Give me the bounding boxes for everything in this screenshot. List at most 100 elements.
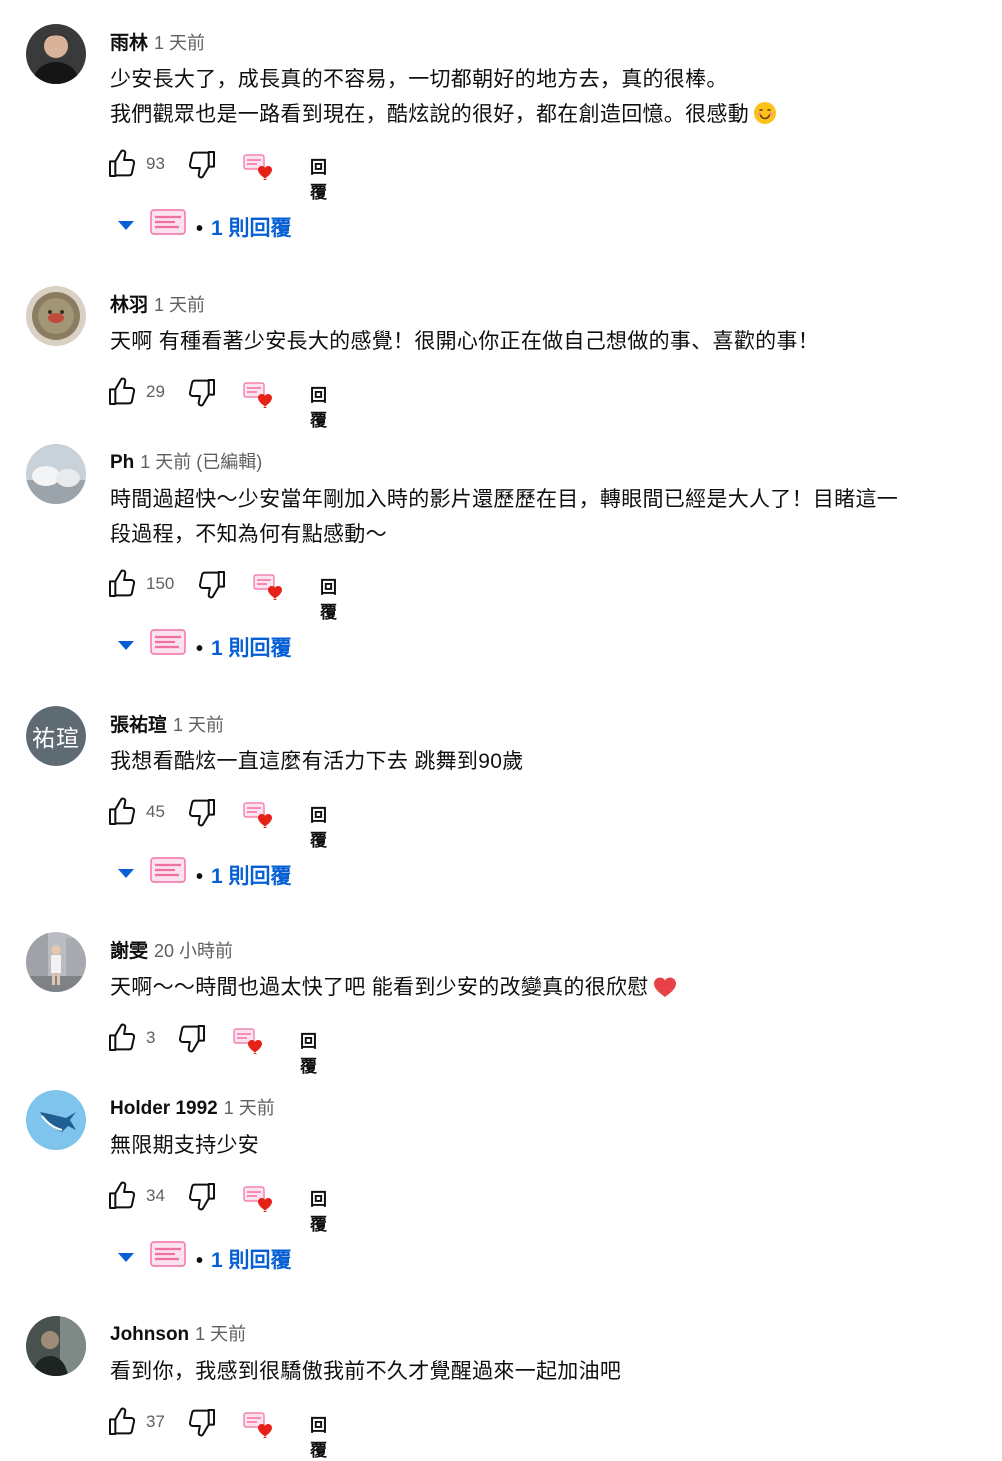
comment-text: 無限期支持少安 — [110, 1128, 940, 1163]
comment-text: 我想看酷炫一直這麼有活力下去 跳舞到90歲 — [110, 744, 940, 779]
chevron-down-icon — [116, 1250, 136, 1264]
like-count: 3 — [146, 1028, 156, 1047]
comment-line: 段過程，不知為何有點感動～ — [110, 523, 387, 546]
author-name[interactable]: 林羽 — [110, 295, 148, 316]
comment-time[interactable]: 1 天前 (已編輯) — [140, 452, 262, 472]
separator-dot: • — [196, 638, 204, 660]
comment-header: 雨林 1 天前 — [110, 28, 205, 55]
author-name[interactable]: 謝雯 — [110, 941, 148, 962]
comment-line: 天啊 有種看著少安長大的感覺！很開心你正在做自己想做的事、喜歡的事！ — [110, 330, 820, 353]
author-name[interactable]: Ph — [110, 452, 134, 473]
creator-heart-icon — [232, 1026, 266, 1056]
creator-heart-icon — [242, 800, 276, 830]
thumb-up-icon[interactable] — [106, 1022, 138, 1054]
comment-line: 時間過超快～少安當年剛加入時的影片還歷歷在目，轉眼間已經是大人了！目睹這一 — [110, 488, 899, 511]
thumb-up-icon[interactable] — [106, 568, 138, 600]
smiling-face-emoji-icon — [753, 101, 777, 136]
comment-header: Johnson 1 天前 — [110, 1320, 246, 1346]
replies-label: • 1 則回覆 — [196, 212, 292, 242]
comment-line: 少安長大了，成長真的不容易，一切都朝好的地方去，真的很棒。 — [110, 68, 728, 91]
avatar[interactable] — [26, 444, 86, 504]
thumb-down-icon[interactable] — [186, 796, 218, 828]
comment-line-with-emoji: 我們觀眾也是一路看到現在，酷炫說的很好，都在創造回憶。很感動 — [110, 97, 940, 136]
comment-line: 天啊～～時間也過太快了吧 能看到少安的改變真的很欣慰 — [110, 976, 649, 999]
reply-button[interactable]: 回覆 — [300, 1027, 317, 1077]
comment-line: 我想看酷炫一直這麼有活力下去 跳舞到90歲 — [110, 750, 524, 773]
comment-header: 張祐瑄 1 天前 — [110, 710, 224, 737]
comment-text: 天啊 有種看著少安長大的感覺！很開心你正在做自己想做的事、喜歡的事！ — [110, 324, 940, 359]
comment-header: Ph 1 天前 (已編輯) — [110, 448, 262, 474]
separator-dot: • — [196, 1250, 204, 1272]
thumb-down-icon[interactable] — [196, 568, 228, 600]
comment-time[interactable]: 1 天前 — [195, 1324, 246, 1344]
thumb-down-icon[interactable] — [186, 376, 218, 408]
comment-time[interactable]: 20 小時前 — [154, 941, 233, 961]
comment-text: 看到你，我感到很驕傲我前不久才覺醒過來一起加油吧 — [110, 1354, 940, 1389]
thumb-down-icon[interactable] — [186, 1406, 218, 1438]
reply-button[interactable]: 回覆 — [310, 1185, 327, 1235]
like-count: 29 — [146, 382, 165, 401]
creator-heart-icon — [242, 380, 276, 410]
creator-avatar-icon — [150, 628, 186, 658]
thumb-up-icon[interactable] — [106, 1406, 138, 1438]
comment-line: 無限期支持少安 — [110, 1134, 260, 1157]
author-name[interactable]: 雨林 — [110, 33, 148, 54]
comment-text: 時間過超快～少安當年剛加入時的影片還歷歷在目，轉眼間已經是大人了！目睹這一 段過… — [110, 482, 940, 552]
comment-time[interactable]: 1 天前 — [173, 715, 224, 735]
reply-button[interactable]: 回覆 — [310, 153, 327, 203]
chevron-down-icon — [116, 638, 136, 652]
comment-line-with-emoji: 天啊～～時間也過太快了吧 能看到少安的改變真的很欣慰 — [110, 970, 940, 1009]
comment-time[interactable]: 1 天前 — [154, 33, 205, 53]
creator-heart-icon — [242, 1410, 276, 1440]
reply-button[interactable]: 回覆 — [310, 1411, 327, 1461]
like-count: 45 — [146, 802, 165, 821]
avatar[interactable]: 祐瑄 — [26, 706, 86, 766]
red-heart-emoji-icon — [653, 974, 677, 1009]
replies-label: • 1 則回覆 — [196, 860, 292, 890]
comment-line: 看到你，我感到很驕傲我前不久才覺醒過來一起加油吧 — [110, 1360, 622, 1383]
thumb-up-icon[interactable] — [106, 376, 138, 408]
replies-count: 1 則回覆 — [211, 217, 292, 240]
thumb-down-icon[interactable] — [176, 1022, 208, 1054]
replies-count: 1 則回覆 — [211, 865, 292, 888]
creator-avatar-icon — [150, 208, 186, 238]
reply-button[interactable]: 回覆 — [310, 801, 327, 851]
chevron-down-icon — [116, 866, 136, 880]
thumb-up-icon[interactable] — [106, 796, 138, 828]
replies-label: • 1 則回覆 — [196, 1244, 292, 1274]
separator-dot: • — [196, 866, 204, 888]
like-count: 93 — [146, 154, 165, 173]
replies-count: 1 則回覆 — [211, 1249, 292, 1272]
comment-time[interactable]: 1 天前 — [224, 1098, 275, 1118]
avatar[interactable] — [26, 24, 86, 84]
creator-heart-icon — [252, 572, 286, 602]
author-name[interactable]: 張祐瑄 — [110, 715, 167, 736]
comment-text: 少安長大了，成長真的不容易，一切都朝好的地方去，真的很棒。 我們觀眾也是一路看到… — [110, 62, 940, 136]
like-count: 150 — [146, 574, 175, 593]
thumb-up-icon[interactable] — [106, 1180, 138, 1212]
avatar-initials: 祐瑄 — [26, 706, 86, 766]
comment-time[interactable]: 1 天前 — [154, 295, 205, 315]
avatar[interactable] — [26, 1316, 86, 1376]
author-name[interactable]: Holder 1992 — [110, 1098, 218, 1119]
replies-label: • 1 則回覆 — [196, 632, 292, 662]
comment-header: 林羽 1 天前 — [110, 290, 205, 317]
reply-button[interactable]: 回覆 — [320, 573, 337, 623]
reply-button[interactable]: 回覆 — [310, 381, 327, 431]
avatar[interactable] — [26, 1090, 86, 1150]
chevron-down-icon — [116, 218, 136, 232]
thumb-up-icon[interactable] — [106, 148, 138, 180]
creator-heart-icon — [242, 152, 276, 182]
comment-header: 謝雯 20 小時前 — [110, 936, 233, 963]
thumb-down-icon[interactable] — [186, 148, 218, 180]
creator-avatar-icon — [150, 1240, 186, 1270]
thumb-down-icon[interactable] — [186, 1180, 218, 1212]
separator-dot: • — [196, 218, 204, 240]
comment-text: 天啊～～時間也過太快了吧 能看到少安的改變真的很欣慰 — [110, 970, 940, 1009]
replies-count: 1 則回覆 — [211, 637, 292, 660]
avatar[interactable] — [26, 286, 86, 346]
avatar[interactable] — [26, 932, 86, 992]
like-count: 37 — [146, 1412, 165, 1431]
creator-avatar-icon — [150, 856, 186, 886]
author-name[interactable]: Johnson — [110, 1324, 189, 1345]
